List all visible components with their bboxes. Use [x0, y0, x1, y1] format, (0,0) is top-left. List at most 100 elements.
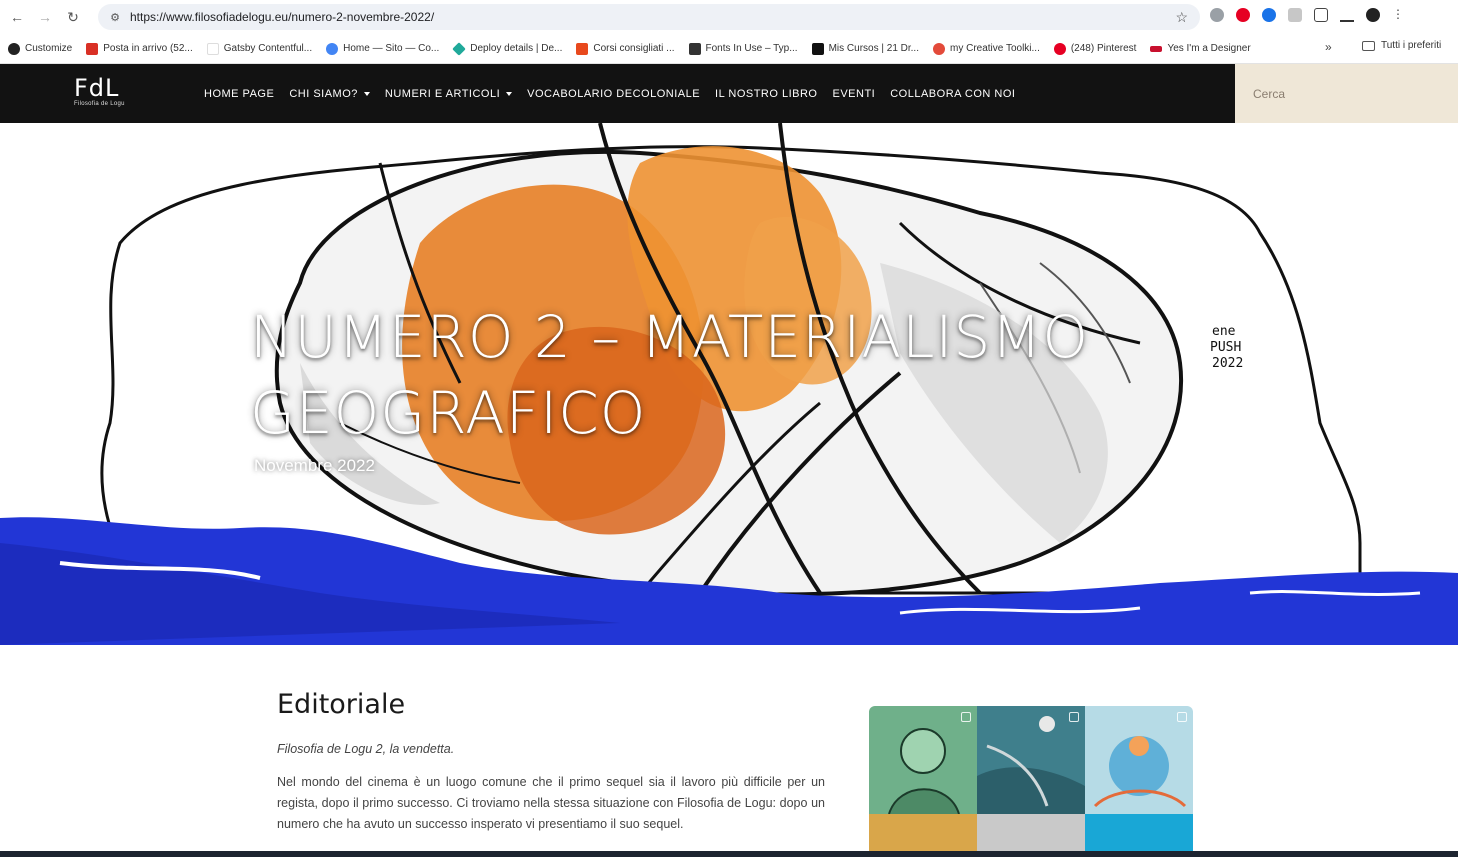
bookmark-star-icon[interactable]: ☆: [1175, 9, 1188, 26]
logo-subtitle: Filosofia de Logu: [74, 101, 125, 107]
main-content: Editoriale Filosofia de Logu 2, la vende…: [0, 645, 1458, 857]
gallery-image: [888, 728, 960, 814]
gallery-image: [1093, 736, 1187, 808]
netlify-icon: [452, 41, 467, 56]
nav-label: IL NOSTRO LIBRO: [715, 87, 818, 100]
translate-extension-icon[interactable]: [1288, 8, 1302, 22]
nav-home[interactable]: HOME PAGE: [204, 88, 274, 100]
bookmark-label: Fonts In Use – Typ...: [705, 43, 798, 54]
chevron-down-icon: [506, 91, 513, 96]
bookmark-label: Home — Sito — Co...: [343, 43, 440, 54]
bookmark-favicon: [206, 42, 219, 55]
bookmark-favicon: [8, 42, 20, 55]
main-navigation: HOME PAGE CHI SIAMO? NUMERI E ARTICOLI V…: [204, 64, 1031, 123]
bookmark-item[interactable]: Posta in arrivo (52...: [86, 42, 193, 55]
artist-signature-line: ene: [1212, 324, 1236, 339]
bookmark-label: Posta in arrivo (52...: [103, 43, 193, 54]
nav-label: VOCABOLARIO DECOLONIALE: [527, 87, 701, 100]
site-logo[interactable]: FdL Filosofia de Logu: [74, 76, 125, 107]
bookmark-label: Customize: [25, 43, 73, 54]
bookmark-item[interactable]: Deploy details | De...: [452, 41, 563, 56]
hero-banner: ene PUSH 2022 NUMERO 2 – MATERIALISMO GEO…: [0, 123, 1458, 645]
gallery-image: [977, 716, 1085, 814]
bottom-edge: [0, 851, 1458, 857]
article-lead: Filosofia de Logu 2, la vendetta.: [277, 742, 455, 756]
pinterest-icon: [1053, 42, 1066, 55]
bookmark-favicon: [1150, 45, 1163, 52]
bookmark-item[interactable]: Fonts In Use – Typ...: [688, 42, 798, 55]
bookmark-item[interactable]: (248) Pinterest: [1053, 42, 1137, 55]
bookmark-item[interactable]: Customize: [8, 42, 73, 55]
multi-image-icon: [961, 712, 971, 722]
pinterest-extension-icon[interactable]: [1236, 8, 1250, 22]
bookmark-label: Mis Cursos | 21 Dr...: [828, 43, 919, 54]
search-box: [1235, 64, 1458, 123]
search-input[interactable]: [1235, 64, 1458, 123]
all-bookmarks-label: Tutti i preferiti: [1381, 40, 1442, 51]
bookmark-item[interactable]: Yes I'm a Designer: [1150, 43, 1251, 54]
title-line-2: GEOGRAFICO: [250, 379, 647, 447]
site-settings-icon[interactable]: ⚙: [108, 10, 122, 24]
issue-date: Novembre 2022: [254, 456, 375, 475]
nav-label: HOME PAGE: [204, 87, 275, 100]
multi-image-icon: [1177, 712, 1187, 722]
chevron-down-icon: [363, 91, 370, 96]
multi-image-icon: [1069, 712, 1079, 722]
bookmark-label: Yes I'm a Designer: [1167, 43, 1251, 54]
nav-label: NUMERI E ARTICOLI: [384, 87, 501, 100]
puzzle-extensions-icon[interactable]: [1314, 8, 1328, 22]
nav-numeri-e-articoli[interactable]: NUMERI E ARTICOLI: [384, 87, 513, 100]
logo-mark: FdL: [74, 74, 120, 102]
bookmarks-overflow-icon[interactable]: »: [1325, 40, 1332, 54]
download-icon[interactable]: [1340, 8, 1354, 22]
shield-extension-icon[interactable]: [1210, 8, 1224, 22]
bookmark-item[interactable]: Corsi consigliati ...: [576, 42, 675, 55]
bookmark-label: Corsi consigliati ...: [593, 43, 675, 54]
url-input[interactable]: [130, 10, 1130, 24]
bookmarks-bar: Customize Posta in arrivo (52... Gatsby …: [0, 34, 1458, 64]
menu-dots-icon[interactable]: ⋮: [1392, 8, 1404, 22]
gallery-tile[interactable]: [869, 706, 977, 814]
article-heading: Editoriale: [277, 689, 406, 720]
nav-label: EVENTI: [832, 87, 876, 100]
bookmark-label: Gatsby Contentful...: [223, 43, 313, 54]
editorial-article: Editoriale Filosofia de Logu 2, la vende…: [277, 689, 825, 835]
bookmark-favicon: [811, 42, 824, 55]
nav-collabora[interactable]: COLLABORA CON NOI: [890, 88, 1015, 100]
bookmark-label: Deploy details | De...: [470, 43, 563, 54]
nav-label: COLLABORA CON NOI: [890, 87, 1016, 100]
reload-icon[interactable]: ↻: [62, 6, 84, 28]
browser-toolbar: ← → ↻ ⚙ ☆ ⋮: [0, 0, 1458, 34]
site-header: FdL Filosofia de Logu HOME PAGE CHI SIAM…: [0, 64, 1458, 123]
nav-vocabolario[interactable]: VOCABOLARIO DECOLONIALE: [527, 88, 700, 100]
gmail-icon: [86, 42, 99, 55]
page-title: NUMERO 2 – MATERIALISMO GEOGRAFICO: [250, 299, 1150, 451]
adobe-icon: [933, 42, 945, 55]
artist-signature-line: 2022: [1212, 356, 1243, 371]
instagram-gallery: [869, 706, 1193, 857]
nav-eventi[interactable]: EVENTI: [833, 88, 876, 100]
bookmark-item[interactable]: Mis Cursos | 21 Dr...: [811, 42, 919, 55]
nav-label: CHI SIAMO?: [289, 87, 358, 100]
all-bookmarks-folder[interactable]: Tutti i preferiti: [1362, 40, 1441, 51]
gallery-tile[interactable]: [977, 706, 1085, 814]
bookmark-item[interactable]: Home — Sito — Co...: [326, 42, 440, 55]
bookmark-label: (248) Pinterest: [1070, 43, 1137, 54]
google-icon: [326, 42, 339, 55]
bookmark-item[interactable]: Gatsby Contentful...: [206, 42, 313, 55]
profile-avatar-icon[interactable]: [1366, 8, 1380, 22]
nav-libro[interactable]: IL NOSTRO LIBRO: [715, 88, 817, 100]
article-body: Nel mondo del cinema è un luogo comune c…: [277, 775, 825, 831]
nav-chi-siamo[interactable]: CHI SIAMO?: [289, 88, 370, 100]
gallery-tile[interactable]: [1085, 706, 1193, 814]
bookmark-favicon: [576, 42, 589, 55]
bookmark-item[interactable]: my Creative Toolki...: [933, 42, 1040, 55]
back-arrow-icon[interactable]: ←: [6, 6, 28, 28]
blue-extension-icon[interactable]: [1262, 8, 1276, 22]
folder-icon: [1362, 40, 1375, 51]
bookmark-label: my Creative Toolki...: [950, 43, 1040, 54]
forward-arrow-icon[interactable]: →: [34, 6, 56, 28]
artist-signature-line: PUSH: [1210, 340, 1241, 355]
title-line-1: NUMERO 2 – MATERIALISMO: [250, 303, 1089, 371]
address-bar[interactable]: ⚙ ☆: [98, 4, 1200, 30]
